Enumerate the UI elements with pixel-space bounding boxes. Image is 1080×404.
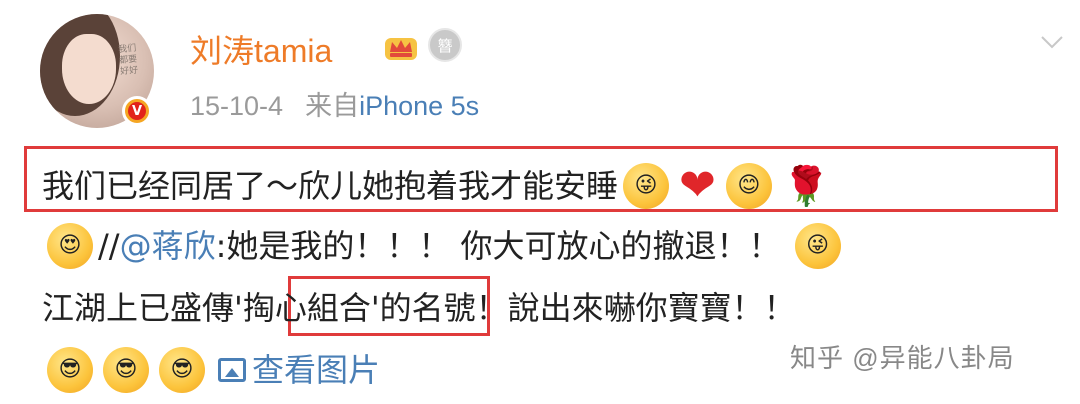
tongue-face-emoji-icon: 😜 bbox=[623, 163, 670, 209]
sunglasses-emoji-icon: 😎 bbox=[47, 347, 93, 393]
username[interactable]: 刘涛tamia bbox=[190, 26, 332, 72]
avatar-scribble: 我们都要好好 bbox=[117, 43, 139, 78]
chevron-down-icon[interactable] bbox=[1040, 30, 1064, 54]
source-prefix: 来自 bbox=[305, 91, 360, 121]
source-device[interactable]: iPhone 5s bbox=[359, 91, 479, 121]
watermark: 知乎 @异能八卦局 bbox=[790, 343, 1015, 373]
post-line-2: 😍 //@蒋欣:她是我的！！！ 你大可放心的撤退！！ 😜 bbox=[42, 216, 846, 276]
post-text-3-highlight: '掏心組合' bbox=[234, 289, 380, 327]
verified-badge-icon: V bbox=[122, 96, 152, 126]
medal-icon: 簪 bbox=[428, 28, 462, 62]
blush-face-emoji-icon: 😊 bbox=[725, 163, 772, 209]
tongue-face-emoji-icon: 😜 bbox=[794, 223, 841, 269]
post-line-3: 江湖上已盛傳 '掏心組合' 的名號！說出來嚇你寶寶！！ bbox=[42, 278, 796, 338]
post-date: 15-10-4 bbox=[190, 91, 284, 121]
post-line-1: 我们已经同居了～欣儿她抱着我才能安睡 😜 ❤ 😊 🌹 bbox=[42, 156, 836, 216]
mention-link[interactable]: @蒋欣 bbox=[120, 214, 216, 278]
sunglasses-emoji-icon: 😎 bbox=[103, 347, 149, 393]
post-text-3b: 的名號！說出來嚇你寶寶！！ bbox=[379, 289, 796, 327]
post-text-2: :她是我的！！！ 你大可放心的撤退！！ bbox=[215, 227, 781, 265]
heart-icon: ❤ bbox=[679, 160, 716, 211]
post-text-1: 我们已经同居了～欣儿她抱着我才能安睡 bbox=[42, 167, 619, 205]
post-line-4: 😎 😎 😎 查看图片 bbox=[42, 340, 380, 400]
view-images-link[interactable]: 查看图片 bbox=[252, 338, 380, 402]
post-text-3a: 江湖上已盛傳 bbox=[42, 289, 235, 327]
repost-slashes: // bbox=[98, 227, 120, 265]
avatar-face bbox=[62, 34, 116, 104]
sunglasses-emoji-icon: 😎 bbox=[159, 347, 205, 393]
crown-icon bbox=[385, 38, 417, 60]
post-meta: 15-10-4 来自iPhone 5s bbox=[190, 84, 479, 123]
rose-icon: 🌹 bbox=[782, 164, 831, 208]
heart-eyes-emoji-icon: 😍 bbox=[47, 223, 93, 269]
picture-icon bbox=[218, 358, 246, 382]
